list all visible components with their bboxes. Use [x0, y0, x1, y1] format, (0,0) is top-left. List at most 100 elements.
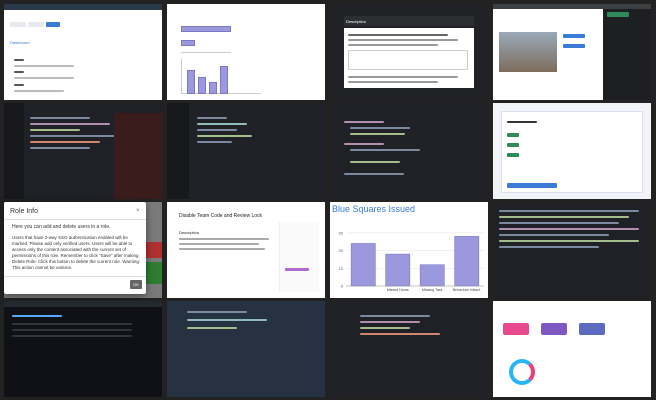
divider: [4, 276, 146, 277]
thumbnail-6[interactable]: [167, 103, 325, 199]
y-tick-label: 0: [341, 284, 344, 289]
code-line: [350, 161, 400, 163]
code-line: [30, 129, 80, 131]
chart-bar: [350, 243, 376, 287]
form-card: [501, 111, 643, 193]
line: [348, 76, 458, 78]
code-line: [197, 141, 232, 143]
sidebar: [167, 103, 189, 199]
line: [12, 329, 132, 331]
photo: [499, 32, 557, 72]
card-blue[interactable]: [579, 323, 605, 335]
x-tick-label: Missed Hours: [387, 288, 409, 292]
modal-paragraph-delete: Delete Role: Click this button to delete…: [12, 259, 141, 270]
axis: [181, 52, 231, 53]
code-line: [197, 129, 237, 131]
page-title: Disable Team Code and Review Lock: [179, 213, 263, 219]
y-tick-label: 20: [339, 248, 344, 253]
ok-button[interactable]: OK: [130, 280, 142, 289]
code-line: [30, 135, 120, 137]
thumbnail-1[interactable]: Dashboard: [4, 4, 162, 100]
red-stripe: [146, 242, 162, 258]
bar: [181, 40, 195, 46]
log-line: [499, 216, 629, 218]
tab-active[interactable]: [46, 22, 60, 27]
tab[interactable]: [28, 22, 44, 27]
thumbnail-4[interactable]: [493, 4, 651, 100]
code-line: [350, 149, 420, 151]
button[interactable]: [563, 34, 585, 38]
diff-panel: [114, 113, 162, 199]
header: [4, 301, 162, 307]
description-title: Description: [346, 19, 367, 24]
code-line: [360, 333, 440, 335]
thumbnail-12[interactable]: [493, 202, 651, 298]
thumbnail-14[interactable]: [167, 301, 325, 397]
line: [14, 84, 24, 86]
code-line: [187, 311, 247, 313]
modal-title: Role Info: [10, 208, 39, 215]
thumbnail-13[interactable]: [4, 301, 162, 397]
thumbnail-8[interactable]: [493, 103, 651, 199]
progress: [285, 268, 309, 271]
code-line: [197, 123, 247, 125]
line: [14, 59, 24, 61]
tab[interactable]: [10, 22, 26, 27]
code-line: [197, 117, 227, 119]
line: [14, 71, 24, 73]
log-line: [499, 240, 639, 242]
line: [12, 335, 132, 337]
dashboard-title: Dashboard: [10, 40, 30, 45]
log-line: [499, 228, 639, 230]
green-badge[interactable]: [607, 12, 629, 17]
line: [14, 77, 74, 79]
chart-title: Blue Squares Issued: [332, 204, 416, 214]
code-line: [344, 143, 384, 145]
log-line: [499, 246, 599, 248]
submit-button[interactable]: [507, 183, 557, 188]
x-tick-label: Missing Task: [422, 288, 443, 292]
badge[interactable]: [507, 143, 519, 147]
role-info-modal: Role Info × Here you can add and delete …: [4, 202, 146, 294]
line: [179, 238, 269, 240]
close-icon[interactable]: ×: [136, 208, 140, 214]
code-line: [350, 133, 405, 135]
code-line: [360, 327, 410, 329]
thumbnail-3[interactable]: Description: [330, 4, 488, 100]
code-line: [197, 135, 252, 137]
code-line: [187, 319, 267, 321]
line: [179, 243, 259, 245]
thumbnail-15[interactable]: [330, 301, 488, 397]
bar: [209, 82, 217, 94]
line: [12, 323, 132, 325]
button[interactable]: [563, 44, 585, 48]
bar: [220, 66, 228, 94]
code-line: [360, 315, 430, 317]
thumbnail-11[interactable]: Blue Squares Issued 30 20 10 0 Missed Hours M…: [330, 202, 488, 298]
thumbnail-7[interactable]: [330, 103, 488, 199]
chart-bar: [454, 236, 480, 287]
subtitle: Description: [179, 230, 200, 235]
bar: [187, 70, 195, 94]
sidebar: [4, 103, 24, 199]
line: [507, 121, 537, 123]
badge[interactable]: [507, 153, 519, 157]
line: [12, 315, 62, 317]
thumbnail-2[interactable]: [167, 4, 325, 100]
thumbnail-10[interactable]: Disable Team Code and Review Lock Descri…: [167, 202, 325, 298]
line: [348, 39, 458, 41]
code-line: [30, 117, 90, 119]
donut-chart: [509, 359, 535, 385]
line: [348, 44, 438, 46]
y-tick-label: 30: [339, 230, 344, 235]
bar-chart: 30 20 10 0 Missed Hours Missing Task Behaviour…: [339, 230, 484, 292]
bar: [181, 26, 231, 32]
code-line: [344, 121, 384, 123]
thumbnail-5[interactable]: [4, 103, 162, 199]
thumbnail-16[interactable]: [493, 301, 651, 397]
card-pink[interactable]: [503, 323, 529, 335]
card-purple[interactable]: [541, 323, 567, 335]
badge[interactable]: [507, 133, 519, 137]
code-line: [344, 173, 404, 175]
side-panel: [603, 9, 651, 100]
